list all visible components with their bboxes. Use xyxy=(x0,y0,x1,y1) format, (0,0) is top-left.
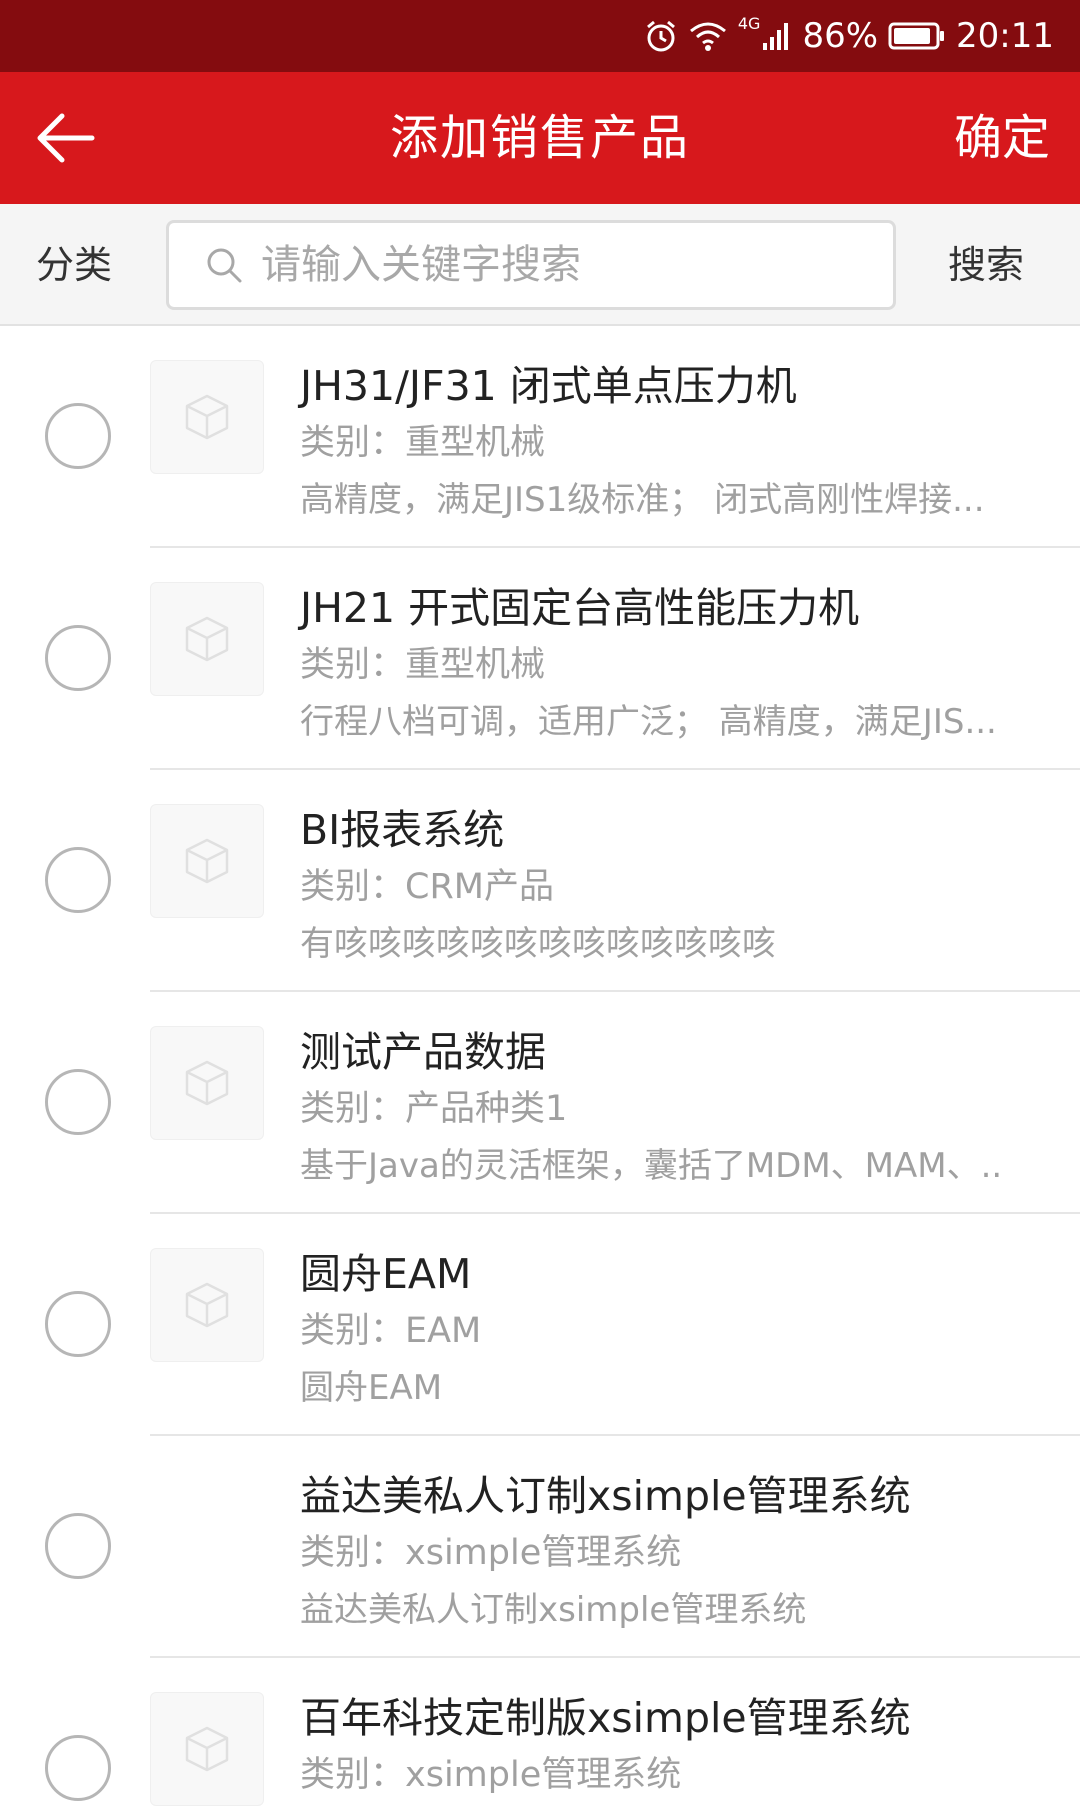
signal-icon xyxy=(762,21,792,51)
product-item[interactable]: BI报表系统 类别：CRM产品 有咳咳咳咳咳咳咳咳咳咳咳咳咳 xyxy=(0,770,1080,992)
search-button[interactable]: 搜索 xyxy=(948,204,1024,326)
product-name: 百年科技定制版xsimple管理系统 xyxy=(300,1694,911,1742)
product-category: 类别：重型机械 xyxy=(300,645,546,685)
status-bar: 4G 86% 20:11 xyxy=(0,0,1080,72)
battery-icon xyxy=(888,21,946,51)
arrow-left-icon xyxy=(37,113,95,163)
product-category: 类别：产品种类1 xyxy=(300,1089,568,1129)
product-item[interactable]: JH21 开式固定台高性能压力机 类别：重型机械 行程八档可调，适用广泛； 高精… xyxy=(0,548,1080,770)
product-category: 类别：xsimple管理系统 xyxy=(300,1533,682,1573)
product-description: 基于Java的灵活框架，囊括了MDM、MAM、.. xyxy=(300,1146,1003,1186)
select-radio[interactable] xyxy=(45,625,111,691)
back-button[interactable] xyxy=(22,98,108,178)
select-radio[interactable] xyxy=(45,1735,111,1801)
product-thumbnail xyxy=(150,804,264,918)
search-box[interactable] xyxy=(166,220,896,310)
search-bar: 分类 搜索 xyxy=(0,204,1080,326)
page-title: 添加销售产品 xyxy=(389,110,690,166)
product-name: BI报表系统 xyxy=(300,806,505,854)
product-category: 类别：xsimple管理系统 xyxy=(300,1755,682,1795)
package-icon xyxy=(185,1060,229,1106)
product-thumbnail xyxy=(150,1692,264,1806)
product-category: 类别：EAM xyxy=(300,1311,482,1351)
product-category: 类别：CRM产品 xyxy=(300,867,554,907)
product-item[interactable]: 百年科技定制版xsimple管理系统 类别：xsimple管理系统 xyxy=(0,1658,1080,1808)
search-icon xyxy=(207,248,242,283)
product-name: JH31/JF31 闭式单点压力机 xyxy=(300,362,797,410)
product-name: 益达美私人订制xsimple管理系统 xyxy=(300,1472,911,1520)
product-description: 行程八档可调，适用广泛； 高精度，满足JIS... xyxy=(300,702,997,742)
product-item[interactable]: 益达美私人订制xsimple管理系统 类别：xsimple管理系统 益达美私人订… xyxy=(0,1436,1080,1658)
select-radio[interactable] xyxy=(45,847,111,913)
product-list: JH31/JF31 闭式单点压力机 类别：重型机械 高精度，满足JIS1级标准；… xyxy=(0,326,1080,1808)
product-description: 益达美私人订制xsimple管理系统 xyxy=(300,1590,807,1630)
package-icon xyxy=(185,1726,229,1772)
product-item[interactable]: JH31/JF31 闭式单点压力机 类别：重型机械 高精度，满足JIS1级标准；… xyxy=(0,326,1080,548)
package-icon xyxy=(185,394,229,440)
confirm-button[interactable]: 确定 xyxy=(954,72,1050,204)
select-radio[interactable] xyxy=(45,403,111,469)
product-thumbnail xyxy=(150,360,264,474)
product-thumbnail xyxy=(150,1248,264,1362)
product-name: JH21 开式固定台高性能压力机 xyxy=(300,584,860,632)
product-description: 高精度，满足JIS1级标准； 闭式高刚性焊接... xyxy=(300,480,985,520)
network-type: 4G xyxy=(737,14,761,33)
product-item[interactable]: 测试产品数据 类别：产品种类1 基于Java的灵活框架，囊括了MDM、MAM、.… xyxy=(0,992,1080,1214)
product-description: 圆舟EAM xyxy=(300,1368,443,1408)
package-icon xyxy=(185,616,229,662)
product-name: 圆舟EAM xyxy=(300,1250,472,1298)
package-icon xyxy=(185,1282,229,1328)
select-radio[interactable] xyxy=(45,1513,111,1579)
battery-percent: 86% xyxy=(802,16,879,56)
wifi-icon xyxy=(688,20,728,52)
category-button[interactable]: 分类 xyxy=(36,204,112,326)
product-description: 有咳咳咳咳咳咳咳咳咳咳咳咳咳 xyxy=(300,924,776,964)
package-icon xyxy=(185,838,229,884)
product-item[interactable]: 圆舟EAM 类别：EAM 圆舟EAM xyxy=(0,1214,1080,1436)
product-thumbnail xyxy=(150,1026,264,1140)
app-bar: 添加销售产品 确定 xyxy=(0,72,1080,204)
select-radio[interactable] xyxy=(45,1069,111,1135)
product-thumbnail xyxy=(150,582,264,696)
alarm-icon xyxy=(644,19,678,53)
select-radio[interactable] xyxy=(45,1291,111,1357)
search-input[interactable] xyxy=(261,242,881,288)
product-name: 测试产品数据 xyxy=(300,1028,546,1076)
clock-time: 20:11 xyxy=(956,16,1054,56)
product-category: 类别：重型机械 xyxy=(300,423,546,463)
